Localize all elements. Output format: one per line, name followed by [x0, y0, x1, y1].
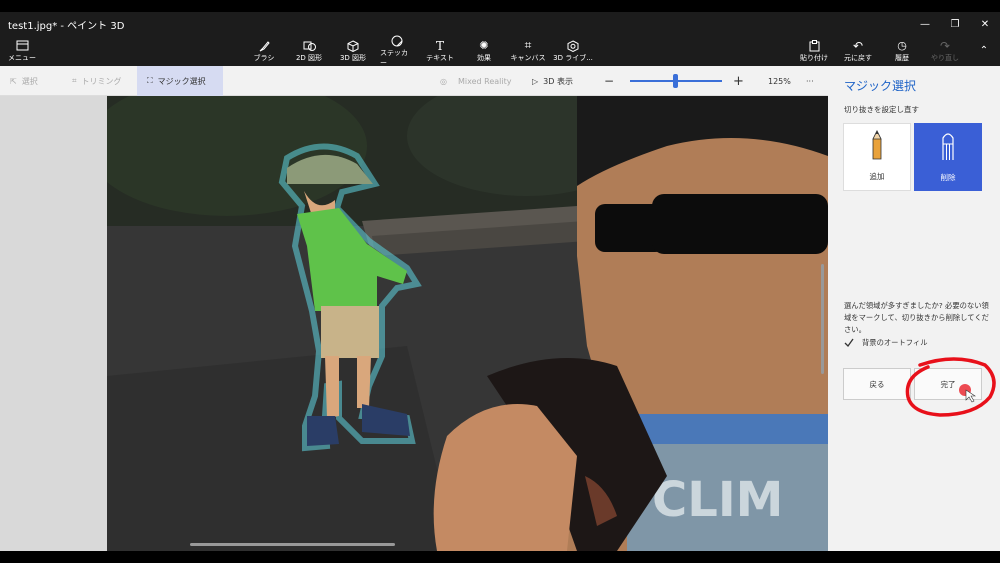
- view-3d-label: 3D 表示: [543, 76, 573, 86]
- photo-image: CLIM: [107, 96, 828, 551]
- selection-toolbar: ⇱ 選択 ⌗ トリミング ⛶ マジック選択 ◎ Mixed Reality ▷ …: [0, 66, 828, 96]
- view-3d-icon: ▷: [532, 76, 539, 86]
- tool-canvas[interactable]: ⌗ キャンバス: [510, 36, 546, 66]
- magic-select-label: マジック選択: [157, 76, 206, 86]
- cursor-icon: ⇱: [10, 76, 17, 86]
- crop-tool[interactable]: ⌗ トリミング: [72, 66, 122, 96]
- magic-select-icon: ⛶: [147, 76, 153, 85]
- panel-subtitle: 切り抜きを設定し直す: [844, 105, 919, 114]
- back-button[interactable]: 戻る: [843, 368, 911, 400]
- add-button[interactable]: 追加: [843, 123, 911, 191]
- zoom-level-value: 125%: [768, 76, 791, 86]
- panel-title: マジック選択: [844, 79, 917, 93]
- minimize-icon[interactable]: —: [910, 12, 940, 36]
- tool-label: 効果: [477, 54, 491, 62]
- canvas-icon: ⌗: [524, 38, 532, 52]
- crop-label: トリミング: [81, 76, 122, 86]
- brush-icon: [258, 39, 270, 52]
- pencil-icon: [869, 129, 885, 163]
- collapse-toolbar-button[interactable]: ⌃: [974, 36, 994, 66]
- svg-text:CLIM: CLIM: [652, 472, 783, 528]
- redo-icon: ↷: [939, 38, 951, 53]
- undo-icon: ↶: [852, 38, 864, 53]
- redo-label: やり直し: [931, 54, 959, 62]
- paste-button[interactable]: 貼り付け: [798, 36, 830, 66]
- vertical-scrollbar[interactable]: [821, 264, 824, 374]
- close-icon[interactable]: ✕: [970, 12, 1000, 36]
- 2d-shapes-icon: [303, 39, 316, 52]
- mixed-reality-button[interactable]: ◎ Mixed Reality: [440, 66, 511, 96]
- eraser-icon: [940, 130, 956, 164]
- more-options-button[interactable]: ···: [806, 66, 814, 96]
- view-3d-button[interactable]: ▷ 3D 表示: [532, 66, 573, 96]
- menu-label: メニュー: [8, 54, 36, 62]
- mixed-reality-icon: ◎: [440, 76, 447, 86]
- 3d-shapes-icon: [347, 39, 359, 52]
- paint3d-window: test1.jpg* - ペイント 3D — ❐ ✕ メニュー ブラシ 2D 図…: [0, 12, 1000, 551]
- maximize-icon[interactable]: ❐: [940, 12, 970, 36]
- text-icon: T: [435, 38, 444, 53]
- check-icon: [844, 338, 854, 348]
- tool-2d-shapes[interactable]: 2D 図形: [292, 36, 326, 66]
- canvas-area: CLIM: [0, 96, 828, 551]
- tool-label: 3D 図形: [339, 54, 367, 62]
- tool-label: キャンバス: [510, 54, 546, 62]
- main-toolbar: メニュー ブラシ 2D 図形 3D 図形 ステッカー T テキスト ✺ 効果 ⌗: [0, 35, 1000, 67]
- tool-brush[interactable]: ブラシ: [250, 36, 278, 66]
- window-title: test1.jpg* - ペイント 3D: [8, 20, 125, 32]
- tool-label: 2D 図形: [295, 54, 323, 62]
- screen-frame: test1.jpg* - ペイント 3D — ❐ ✕ メニュー ブラシ 2D 図…: [0, 0, 1000, 563]
- zoom-level: 125%: [768, 66, 791, 96]
- delete-button[interactable]: 削除: [914, 123, 982, 191]
- folder-icon: [16, 39, 29, 52]
- menu-button[interactable]: メニュー: [8, 36, 36, 66]
- tool-text[interactable]: T テキスト: [424, 36, 456, 66]
- tool-3d-shapes[interactable]: 3D 図形: [336, 36, 370, 66]
- select-tool[interactable]: ⇱ 選択: [10, 66, 38, 96]
- zoom-out-button[interactable]: −: [604, 66, 614, 96]
- magic-select-panel: マジック選択 切り抜きを設定し直す 追加 削除 選んだ領域が多すぎましたか? 必…: [828, 66, 1000, 551]
- more-icon: ···: [806, 76, 814, 86]
- tool-label: ブラシ: [253, 54, 275, 62]
- done-label: 完了: [940, 379, 956, 389]
- undo-button[interactable]: ↶ 元に戻す: [842, 36, 874, 66]
- zoom-slider[interactable]: [630, 74, 722, 88]
- help-text: 選んだ領域が多すぎましたか? 必要のない領域をマークして、切り抜きから削除してく…: [844, 301, 989, 334]
- autofill-checkbox[interactable]: 背景のオートフィル: [844, 338, 928, 348]
- autofill-label: 背景のオートフィル: [862, 338, 928, 347]
- magic-select-tool[interactable]: ⛶ マジック選択: [137, 66, 223, 96]
- history-icon: ◷: [897, 39, 907, 52]
- horizontal-scrollbar[interactable]: [190, 543, 395, 546]
- mixed-reality-label: Mixed Reality: [457, 76, 512, 86]
- history-button[interactable]: ◷ 履歴: [888, 36, 916, 66]
- canvas-photo[interactable]: CLIM: [107, 96, 828, 551]
- select-label: 選択: [21, 76, 38, 86]
- paste-label: 貼り付け: [800, 54, 828, 62]
- minus-icon: −: [604, 74, 615, 88]
- tool-label: ステッカー: [380, 48, 408, 67]
- add-label: 追加: [869, 172, 885, 181]
- tool-3d-library[interactable]: 3D ライブ...: [552, 36, 594, 66]
- tool-effects[interactable]: ✺ 効果: [470, 36, 498, 66]
- delete-label: 削除: [940, 173, 956, 182]
- paste-icon: [809, 39, 820, 52]
- tool-label: 3D ライブ...: [553, 54, 593, 62]
- redo-button[interactable]: ↷ やり直し: [928, 36, 962, 66]
- undo-label: 元に戻す: [844, 54, 872, 62]
- chevron-up-icon: ⌃: [979, 45, 989, 56]
- title-bar: test1.jpg* - ペイント 3D — ❐ ✕: [0, 12, 1000, 36]
- effects-icon: ✺: [479, 39, 489, 52]
- 3d-library-icon: [567, 39, 579, 52]
- history-label: 履歴: [895, 54, 909, 62]
- done-button[interactable]: 完了: [914, 368, 982, 400]
- back-label: 戻る: [869, 379, 885, 389]
- plus-icon: +: [733, 73, 744, 89]
- zoom-slider-thumb[interactable]: [673, 74, 678, 88]
- stickers-icon: [391, 35, 403, 47]
- crop-icon: ⌗: [72, 76, 77, 85]
- zoom-in-button[interactable]: +: [733, 66, 744, 96]
- tool-stickers[interactable]: ステッカー: [380, 35, 414, 67]
- tool-label: テキスト: [426, 54, 454, 62]
